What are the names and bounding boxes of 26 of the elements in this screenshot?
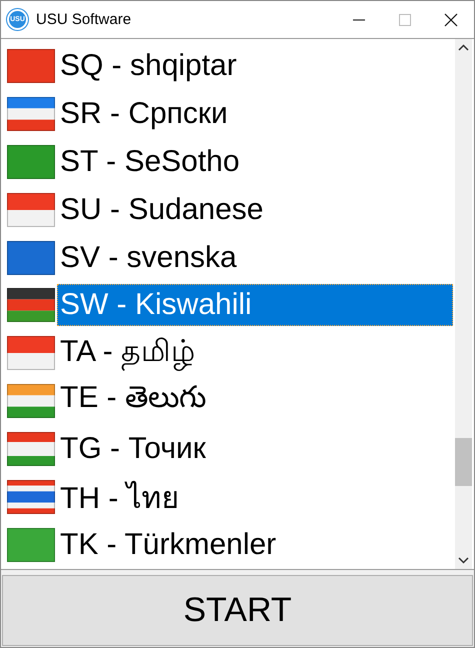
language-item[interactable]: SW - Kiswahili <box>57 284 453 326</box>
flag-icon <box>7 288 55 322</box>
flag-icon <box>7 144 55 179</box>
scrollbar-thumb[interactable] <box>455 438 472 486</box>
flag-icon <box>7 48 55 83</box>
start-button[interactable]: START <box>2 575 473 646</box>
flag-icon <box>7 192 55 227</box>
language-item[interactable]: SV - svenska <box>57 236 453 278</box>
window-title: USU Software <box>36 11 132 28</box>
language-item[interactable]: SR - Српски <box>57 92 453 135</box>
language-item[interactable]: SQ - shqiptar <box>57 44 453 87</box>
language-item[interactable]: TA - தமிழ் <box>57 330 453 376</box>
flag-icon <box>7 528 55 562</box>
flag-icon <box>7 96 55 131</box>
scrollbar[interactable] <box>455 39 472 569</box>
language-item[interactable]: TE - తెలుగు <box>57 377 453 426</box>
flag-icon <box>7 480 55 514</box>
language-item[interactable]: TG - Точик <box>57 428 453 470</box>
language-item[interactable]: TK - Türkmenler <box>57 524 453 566</box>
flag-icon <box>7 336 55 370</box>
language-item[interactable]: SU - Sudanese <box>57 188 453 231</box>
flag-icon <box>7 384 55 418</box>
language-item[interactable]: ST - SeSotho <box>57 140 453 183</box>
language-item[interactable]: TH - ไทย <box>57 470 453 525</box>
flag-icon <box>7 240 55 274</box>
flag-icon <box>7 432 55 466</box>
